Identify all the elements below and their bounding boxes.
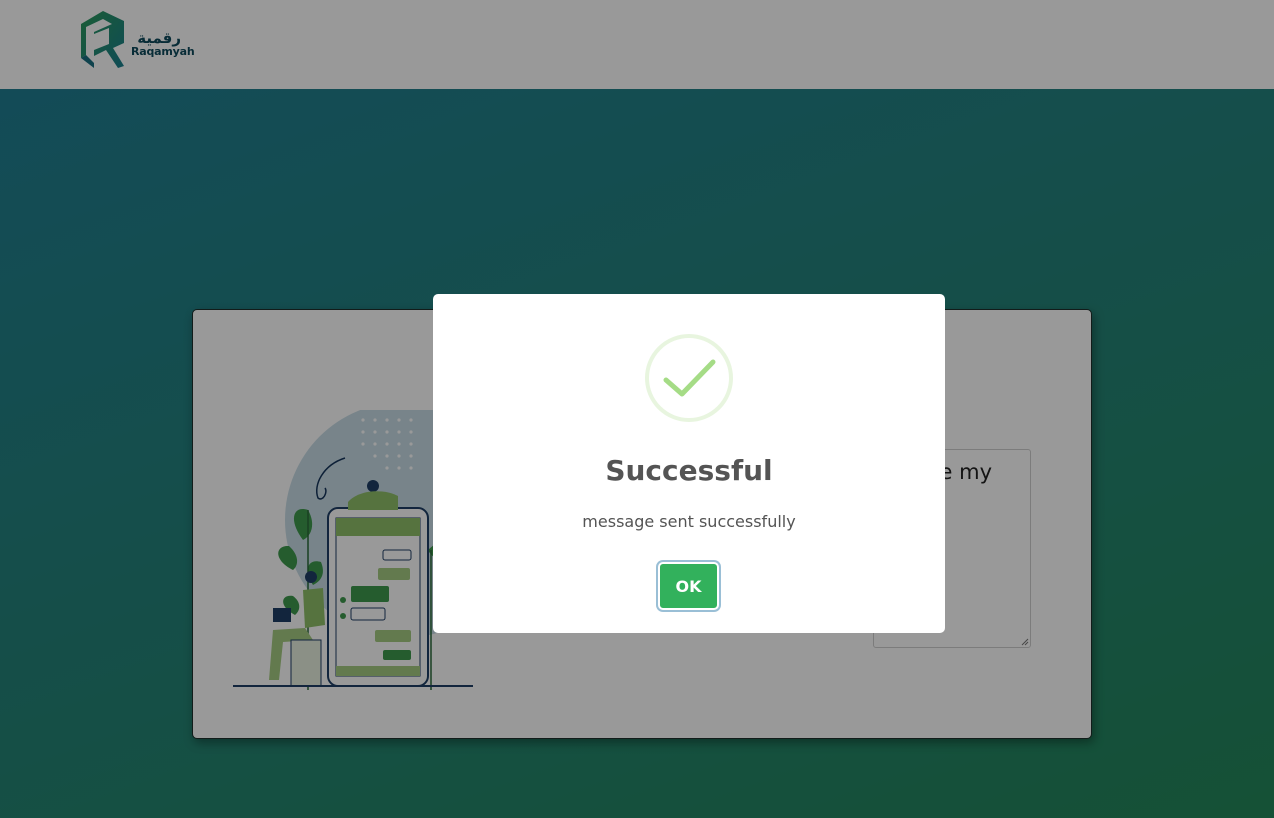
dialog-title: Successful <box>605 454 773 487</box>
page: رقمية Raqamyah e my Successful message s… <box>0 0 1274 818</box>
dialog-message: message sent successfully <box>582 512 796 531</box>
success-dialog: Successful message sent successfully OK <box>433 294 945 633</box>
ok-button[interactable]: OK <box>658 562 719 610</box>
checkmark-circle-icon <box>645 334 733 422</box>
